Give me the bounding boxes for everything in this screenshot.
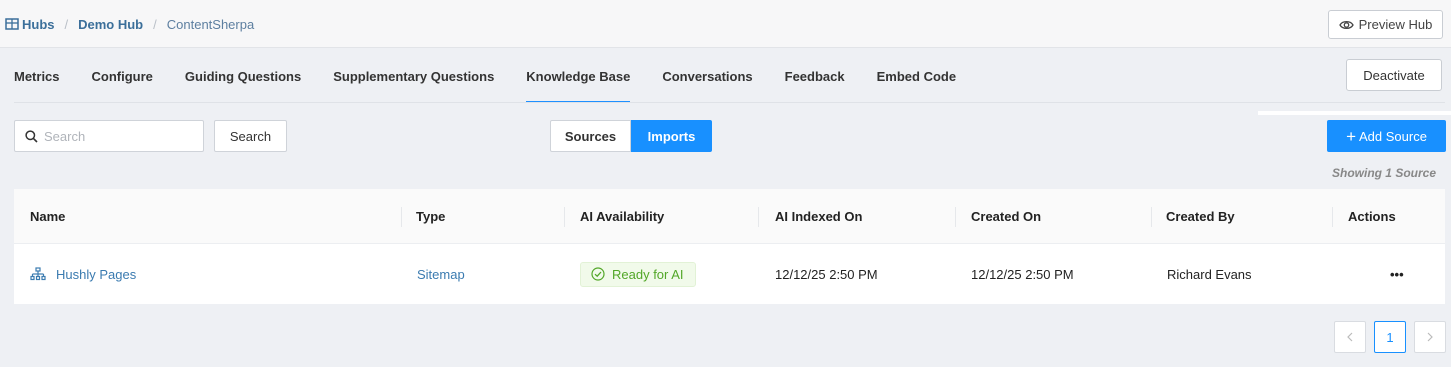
preview-hub-label: Preview Hub [1358, 17, 1433, 32]
search-field[interactable] [14, 120, 204, 152]
tab-bar: Metrics Configure Guiding Questions Supp… [14, 49, 988, 103]
column-divider [401, 207, 402, 227]
pagination-next[interactable] [1414, 321, 1446, 353]
column-header-name[interactable]: Name [30, 189, 65, 244]
preview-hub-button[interactable]: Preview Hub [1328, 10, 1443, 39]
tab-knowledge-base[interactable]: Knowledge Base [526, 49, 631, 103]
sources-table: Name Type AI Availability AI Indexed On … [14, 189, 1445, 304]
table-header: Name Type AI Availability AI Indexed On … [14, 189, 1445, 244]
tab-feedback[interactable]: Feedback [785, 49, 845, 103]
breadcrumb-demo-hub[interactable]: Demo Hub [78, 17, 143, 32]
sitemap-icon [30, 267, 46, 281]
column-divider [564, 207, 565, 227]
table-row: Hushly Pages Sitemap Ready for AI 12/12/… [14, 244, 1445, 304]
source-name-link[interactable]: Hushly Pages [56, 267, 136, 282]
cell-ai-indexed-on: 12/12/25 2:50 PM [775, 266, 878, 282]
result-count: Showing 1 Source [1331, 166, 1436, 180]
breadcrumb-hubs[interactable]: Hubs [22, 17, 55, 32]
breadcrumb-separator: / [153, 16, 157, 32]
pagination-prev[interactable] [1334, 321, 1366, 353]
column-header-created-on[interactable]: Created On [971, 189, 1041, 244]
cell-ai-availability: Ready for AI [580, 244, 696, 304]
column-divider [1332, 207, 1333, 227]
column-divider [955, 207, 956, 227]
check-circle-icon [591, 267, 605, 281]
row-actions-menu[interactable]: ••• [1390, 244, 1404, 304]
chevron-right-icon [1427, 332, 1433, 342]
tab-conversations[interactable]: Conversations [662, 49, 752, 103]
top-bar: Hubs / Demo Hub / ContentSherpa Preview … [0, 0, 1451, 48]
cell-name[interactable]: Hushly Pages [30, 244, 136, 304]
search-icon [25, 129, 38, 143]
cell-created-on: 12/12/25 2:50 PM [971, 266, 1074, 282]
cell-type[interactable]: Sitemap [417, 244, 465, 304]
add-source-label: Add Source [1359, 128, 1427, 144]
column-header-type[interactable]: Type [416, 189, 445, 244]
column-divider [1151, 207, 1152, 227]
table-grid-icon [5, 18, 19, 30]
tab-guiding-questions[interactable]: Guiding Questions [185, 49, 301, 103]
search-button[interactable]: Search [214, 120, 287, 152]
breadcrumb-separator: / [64, 16, 69, 32]
column-header-ai-availability[interactable]: AI Availability [580, 189, 664, 244]
segment-imports[interactable]: Imports [631, 120, 712, 152]
tabs-divider [14, 102, 1445, 103]
view-segmented-control: Sources Imports [550, 120, 712, 152]
breadcrumb: Hubs / Demo Hub / ContentSherpa [5, 15, 254, 33]
pagination-page[interactable]: 1 [1374, 321, 1406, 353]
column-header-created-by[interactable]: Created By [1166, 189, 1235, 244]
search-input[interactable] [44, 128, 194, 144]
status-badge: Ready for AI [580, 261, 696, 287]
column-header-ai-indexed-on[interactable]: AI Indexed On [775, 189, 862, 244]
chevron-left-icon [1347, 332, 1353, 342]
column-header-actions: Actions [1348, 209, 1396, 224]
tab-metrics[interactable]: Metrics [14, 49, 60, 103]
plus-icon: + [1346, 126, 1356, 146]
tab-embed-code[interactable]: Embed Code [877, 49, 956, 103]
add-source-button[interactable]: + Add Source [1327, 120, 1446, 152]
divider-strip [1258, 111, 1451, 115]
deactivate-button[interactable]: Deactivate [1346, 59, 1442, 91]
breadcrumb-current: ContentSherpa [166, 16, 255, 32]
tab-configure[interactable]: Configure [92, 49, 153, 103]
status-badge-label: Ready for AI [612, 266, 684, 282]
cell-created-by: Richard Evans [1167, 266, 1252, 282]
eye-icon [1338, 20, 1354, 29]
segment-sources[interactable]: Sources [550, 120, 631, 152]
column-divider [758, 207, 759, 227]
tab-supplementary-questions[interactable]: Supplementary Questions [333, 49, 494, 103]
